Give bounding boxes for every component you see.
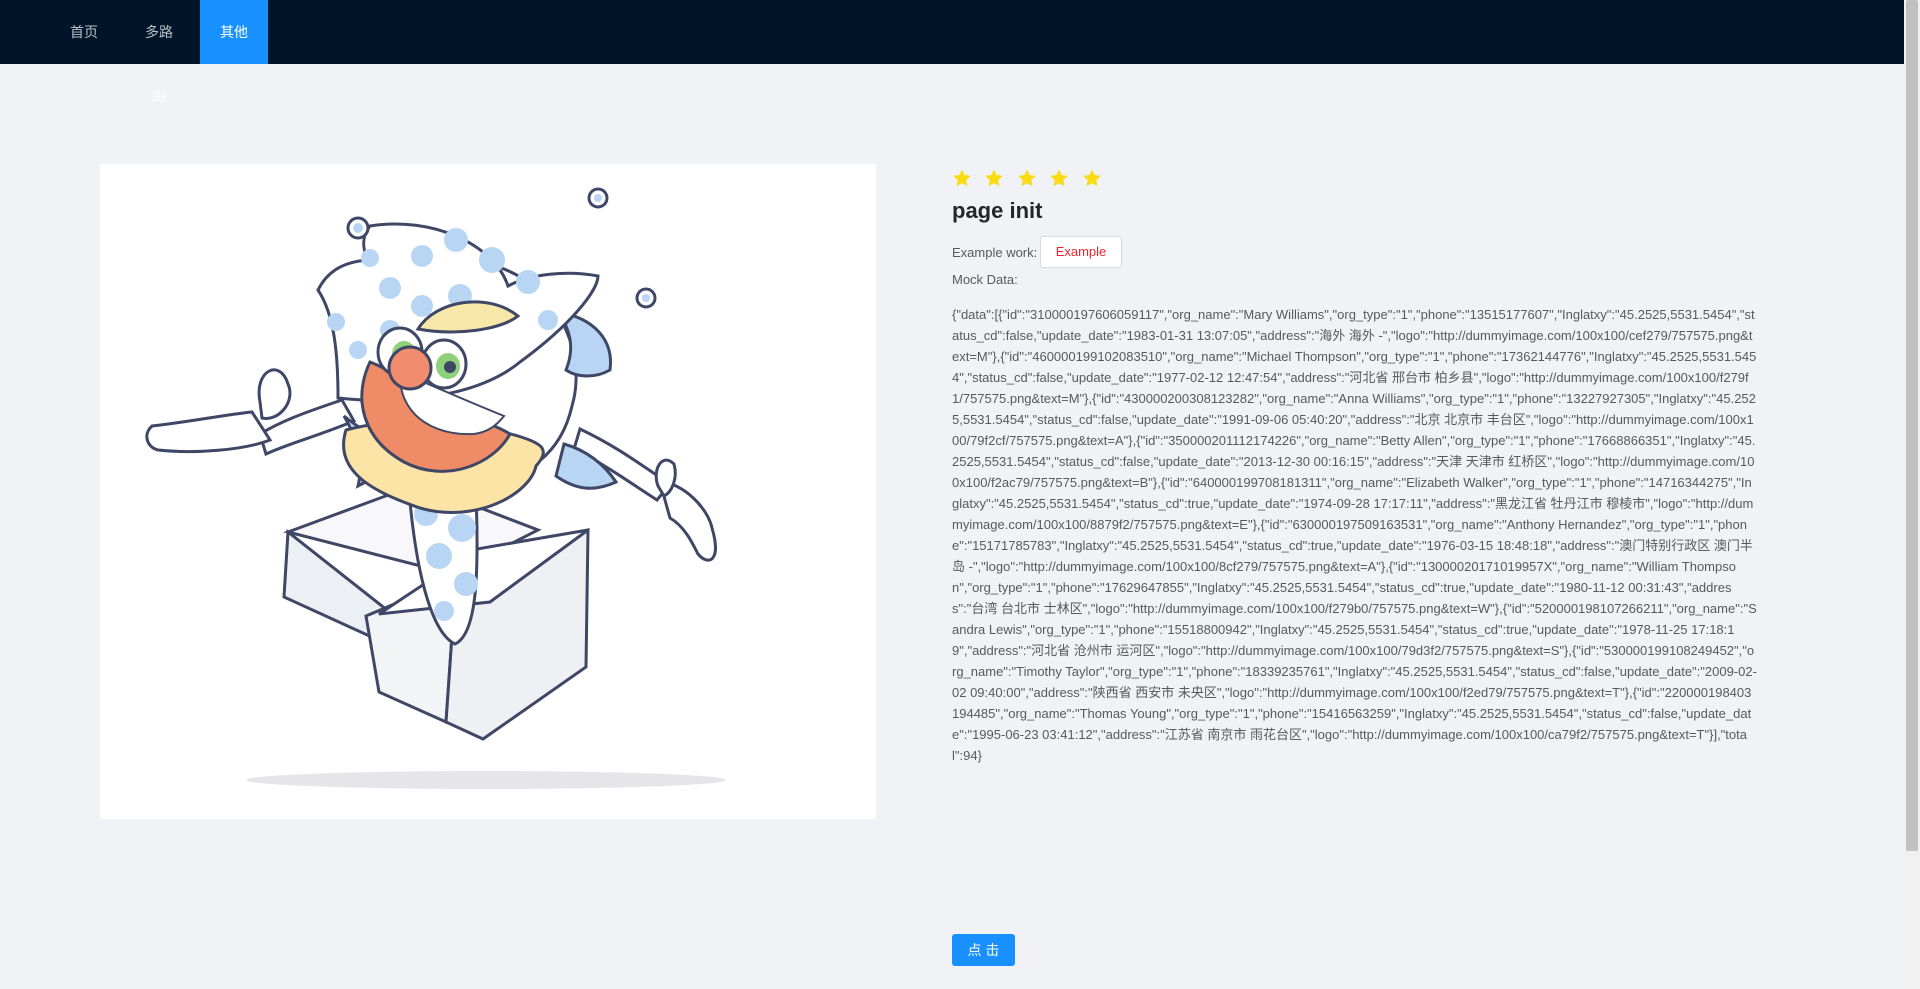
top-navigation: 首页 多路由 其他 — [0, 0, 1904, 104]
rating-stars[interactable] — [952, 168, 1110, 192]
nav-item-multi-route[interactable]: 多路由 — [120, 0, 198, 104]
mock-data-label: Mock Data: — [952, 272, 1018, 287]
jester-illustration-card — [100, 164, 876, 819]
scrollbar-track[interactable] — [1904, 0, 1920, 989]
nav-item-home[interactable]: 首页 — [48, 0, 120, 64]
click-button[interactable]: 点 击 — [952, 934, 1015, 966]
star-icon[interactable] — [1017, 168, 1037, 188]
example-work-label: Example work: — [952, 245, 1038, 260]
nav-item-other[interactable]: 其他 — [200, 0, 268, 64]
page-title: page init — [952, 198, 1043, 223]
star-icon[interactable] — [1049, 168, 1069, 188]
star-icon[interactable] — [952, 168, 972, 188]
example-button[interactable]: Example — [1040, 236, 1122, 268]
star-icon[interactable] — [984, 168, 1004, 188]
jester-in-box-illustration — [145, 187, 726, 789]
mock-data-json: {"data":[{"id":"310000197606059117","org… — [952, 307, 1757, 763]
star-icon[interactable] — [1082, 168, 1102, 188]
scrollbar-thumb[interactable] — [1906, 0, 1918, 851]
